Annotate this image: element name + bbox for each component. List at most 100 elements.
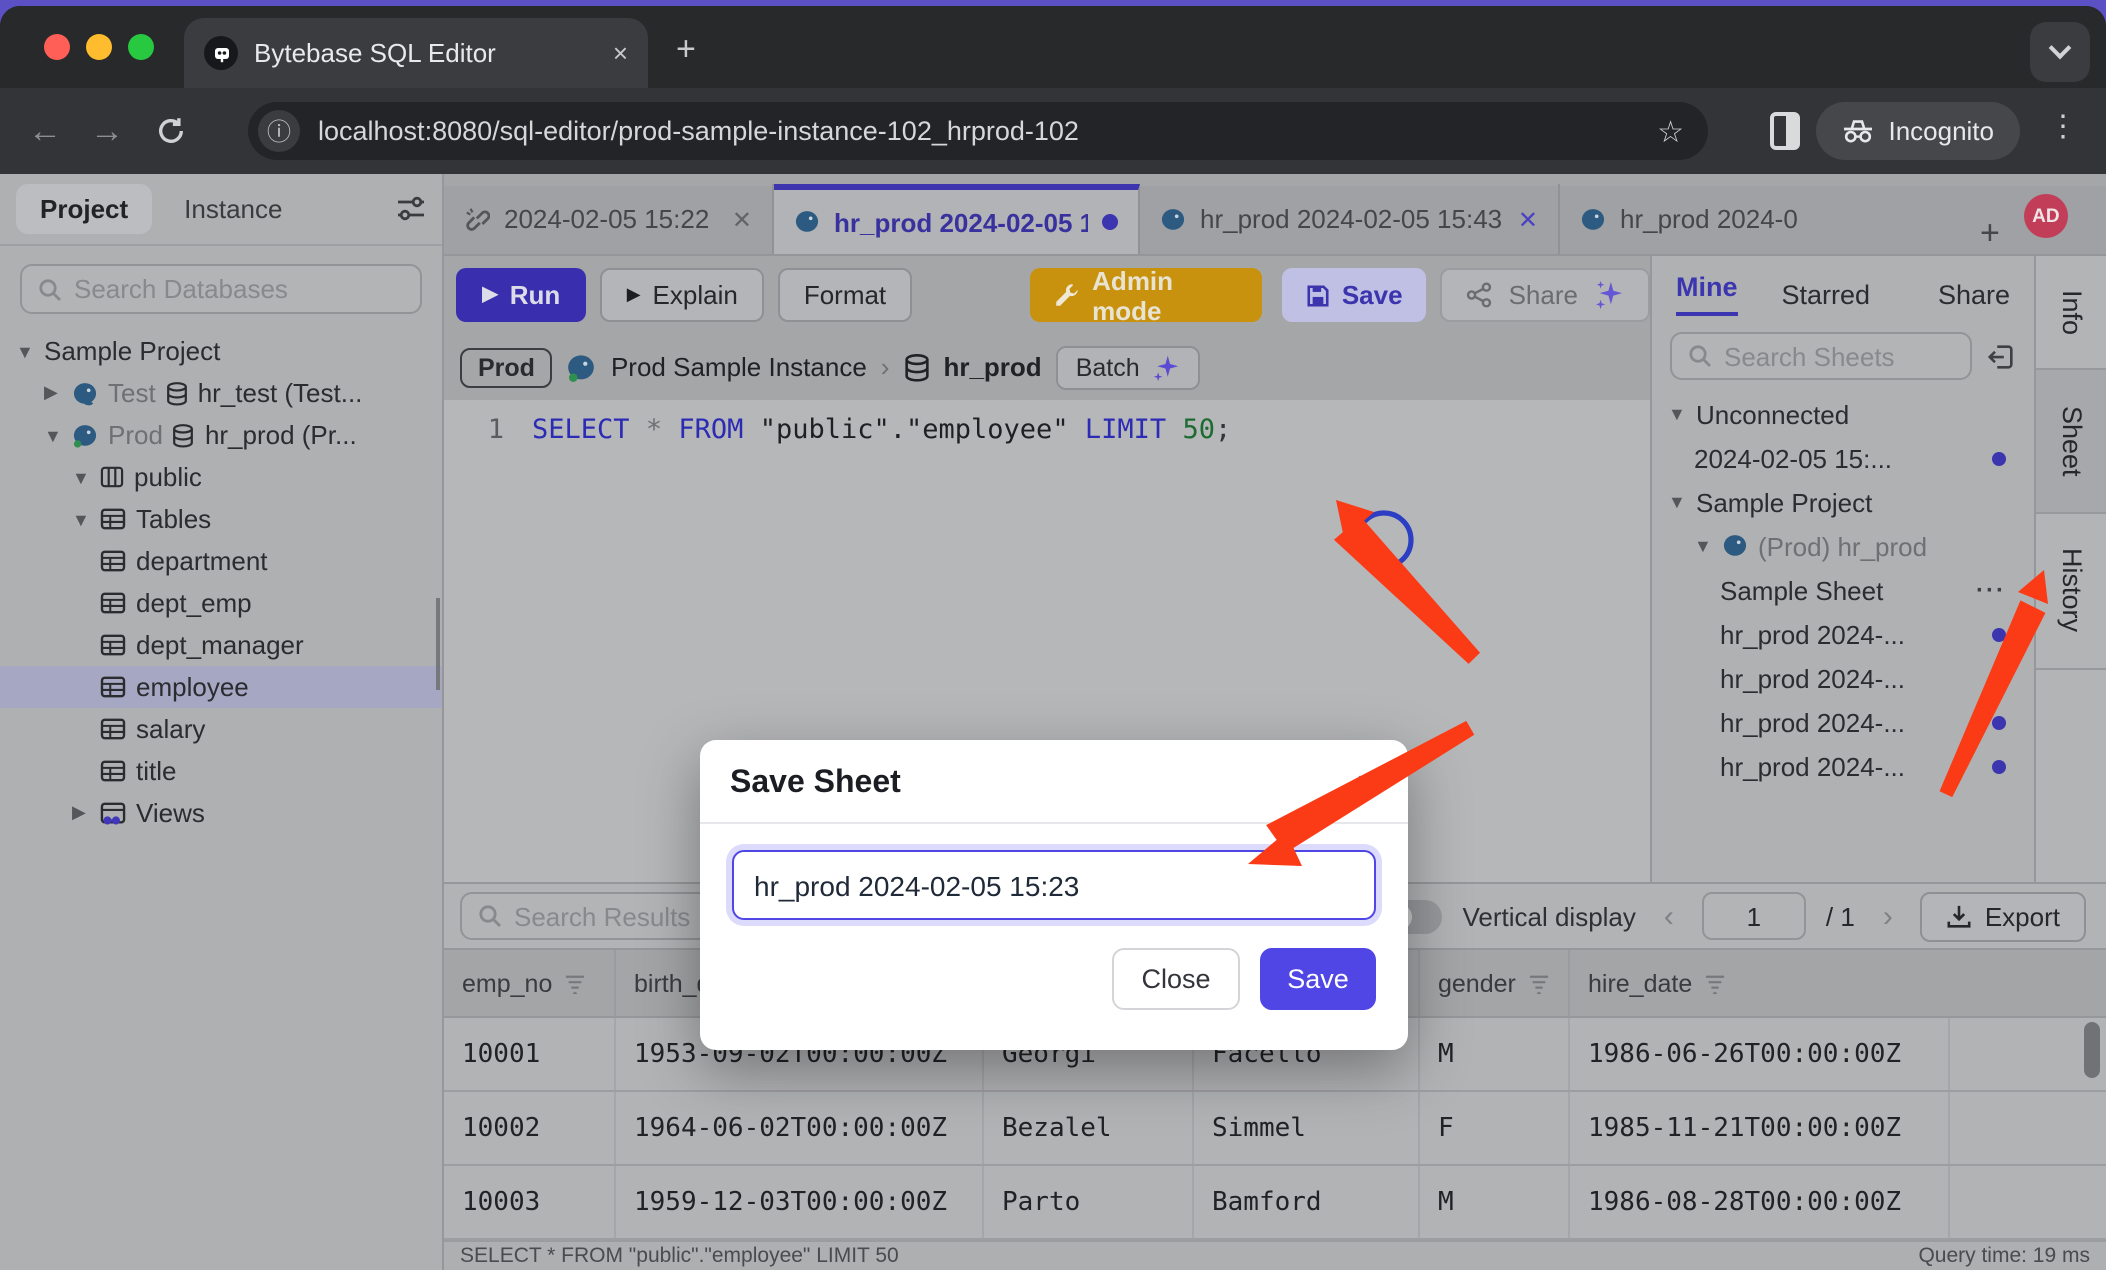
editor-tab-4[interactable]: hr_prod 2024-0 [1560,184,1960,254]
sheet-item[interactable]: hr_prod 2024-... [1652,656,2034,700]
tree-item-hr-test[interactable]: ▶ Test hr_test (Test... [0,372,442,414]
sort-icon [1528,973,1550,993]
rail-tab-info[interactable]: Info [2036,256,2106,370]
tree-item-tables[interactable]: ▼ Tables [0,498,442,540]
more-menu-icon[interactable]: ··· [1976,576,2006,604]
unsaved-dot-icon [1992,715,2006,729]
caret-down-icon[interactable]: ▼ [44,425,62,445]
dialog-save-button[interactable]: Save [1260,948,1376,1010]
search-databases-input[interactable]: Search Databases [20,264,422,314]
caret-down-icon[interactable]: ▼ [1668,492,1686,512]
mac-close-button[interactable] [44,34,70,60]
editor-tab-1[interactable]: 2024-02-05 15:22 ✕ [444,184,774,254]
table-row[interactable]: 10002 1964-06-02T00:00:00Z Bezalel Simme… [444,1092,2106,1166]
results-scrollbar[interactable] [2084,1022,2100,1078]
sheet-item[interactable]: 2024-02-05 15:... [1652,436,2034,480]
tree-item-table-department[interactable]: department [0,540,442,582]
dialog-close-button[interactable]: Close [1112,948,1240,1010]
instance-name[interactable]: Prod Sample Instance [611,352,867,382]
close-tab-icon[interactable]: ✕ [732,205,752,233]
editor-tab-3[interactable]: hr_prod 2024-02-05 15:43 ✕ [1140,184,1560,254]
new-tab-button[interactable]: + [676,30,696,70]
back-icon[interactable]: ← [28,111,62,151]
search-sheets-input[interactable]: Search Sheets [1670,332,1972,380]
explain-button[interactable]: ▶ Explain [601,268,764,322]
tree-item-table-title[interactable]: title [0,750,442,792]
sheet-name-input[interactable] [732,850,1376,920]
tree-item-schema-public[interactable]: ▼ public [0,456,442,498]
batch-mode-button[interactable]: Batch [1056,345,1200,389]
add-tab-button[interactable]: + [1980,214,2000,254]
rail-tab-sheet[interactable]: Sheet [2036,370,2106,514]
cell: M [1420,1166,1570,1238]
tab-search-button[interactable] [2030,22,2090,82]
browser-menu-icon[interactable]: ⋮ [2048,108,2078,144]
sheet-item[interactable]: hr_prod 2024-... [1652,744,2034,788]
reload-icon[interactable] [156,116,186,146]
site-info-icon[interactable]: ⓘ [258,110,300,152]
tree-label: title [136,756,176,786]
mac-minimize-button[interactable] [86,34,112,60]
sheet-group-unconnected[interactable]: ▼ Unconnected [1652,392,2034,436]
mac-zoom-button[interactable] [128,34,154,60]
bookmark-star-icon[interactable]: ☆ [1657,113,1684,149]
caret-down-icon[interactable]: ▼ [72,467,90,487]
import-sheet-icon[interactable] [1986,341,2016,371]
filter-settings-icon[interactable] [396,196,426,222]
sheet-item[interactable]: hr_prod 2024-... [1652,612,2034,656]
tree-item-table-dept-emp[interactable]: dept_emp [0,582,442,624]
tab-project[interactable]: Project [16,184,152,234]
rail-tab-history[interactable]: History [2036,514,2106,670]
tab-share[interactable]: Share [1938,279,2010,309]
sheet-item-sample[interactable]: Sample Sheet ··· [1652,568,2034,612]
sheet-group-project[interactable]: ▼ Sample Project [1652,480,2034,524]
next-page-icon[interactable]: › [1875,899,1901,933]
browser-tab[interactable]: Bytebase SQL Editor × [184,18,648,88]
user-avatar[interactable]: AD [2024,194,2068,238]
side-panel-icon[interactable] [1770,112,1800,150]
database-name[interactable]: hr_prod [943,352,1041,382]
admin-mode-button[interactable]: Admin mode [1030,268,1262,322]
url-bar[interactable]: ⓘ localhost:8080/sql-editor/prod-sample-… [248,102,1708,160]
editor-tab-2-active[interactable]: hr_prod 2024-02-05 15:23 [774,184,1140,254]
prev-page-icon[interactable]: ‹ [1656,899,1682,933]
format-button[interactable]: Format [778,268,912,322]
tab-instance[interactable]: Instance [160,184,306,234]
dialog-close-icon[interactable]: ✕ [1355,767,1378,801]
page-number-input[interactable] [1702,892,1806,940]
forward-icon[interactable]: → [90,111,124,151]
table-row[interactable]: 10003 1959-12-03T00:00:00Z Parto Bamford… [444,1166,2106,1240]
connection-breadcrumb: Prod Prod Sample Instance › hr_prod Batc… [444,334,1650,400]
caret-right-icon[interactable]: ▶ [72,802,90,824]
caret-down-icon[interactable]: ▼ [72,509,90,529]
close-tab-icon[interactable]: ✕ [1518,205,1538,233]
sheet-group-prod-db[interactable]: ▼ (Prod) hr_prod [1652,524,2034,568]
tree-item-table-dept-manager[interactable]: dept_manager [0,624,442,666]
export-button[interactable]: Export [1921,891,2086,941]
caret-down-icon[interactable]: ▼ [1668,404,1686,424]
column-header[interactable]: hire_date [1570,950,1950,1016]
results-body[interactable]: 10001 1953-09-02T00:00:00Z Georgi Facell… [444,1018,2106,1242]
search-icon [1688,344,1712,368]
share-button[interactable]: Share [1441,268,1650,322]
tree-item-views[interactable]: ▶ Views [0,792,442,834]
save-button[interactable]: Save [1282,268,1427,322]
column-header[interactable]: gender [1420,950,1570,1016]
ai-sparkles-icon [1594,280,1624,310]
column-header[interactable]: emp_no [444,950,616,1016]
tab-starred[interactable]: Starred [1782,279,1871,309]
tree-item-hr-prod[interactable]: ▼ Prod hr_prod (Pr... [0,414,442,456]
tree-item-table-salary[interactable]: salary [0,708,442,750]
caret-right-icon[interactable]: ▶ [44,382,62,404]
tab-mine[interactable]: Mine [1676,272,1738,316]
tree-item-project[interactable]: ▼ Sample Project [0,330,442,372]
caret-down-icon[interactable]: ▼ [16,341,34,361]
environment-chip[interactable]: Prod [460,347,553,387]
sheet-item[interactable]: hr_prod 2024-... [1652,700,2034,744]
cell: Bamford [1194,1166,1420,1238]
caret-down-icon[interactable]: ▼ [1694,536,1712,556]
tree-item-table-employee[interactable]: employee [0,666,442,708]
sidebar-tabs: Project Instance [0,174,442,246]
run-button[interactable]: ▶ Run [456,268,587,322]
browser-tab-close-icon[interactable]: × [613,38,628,68]
